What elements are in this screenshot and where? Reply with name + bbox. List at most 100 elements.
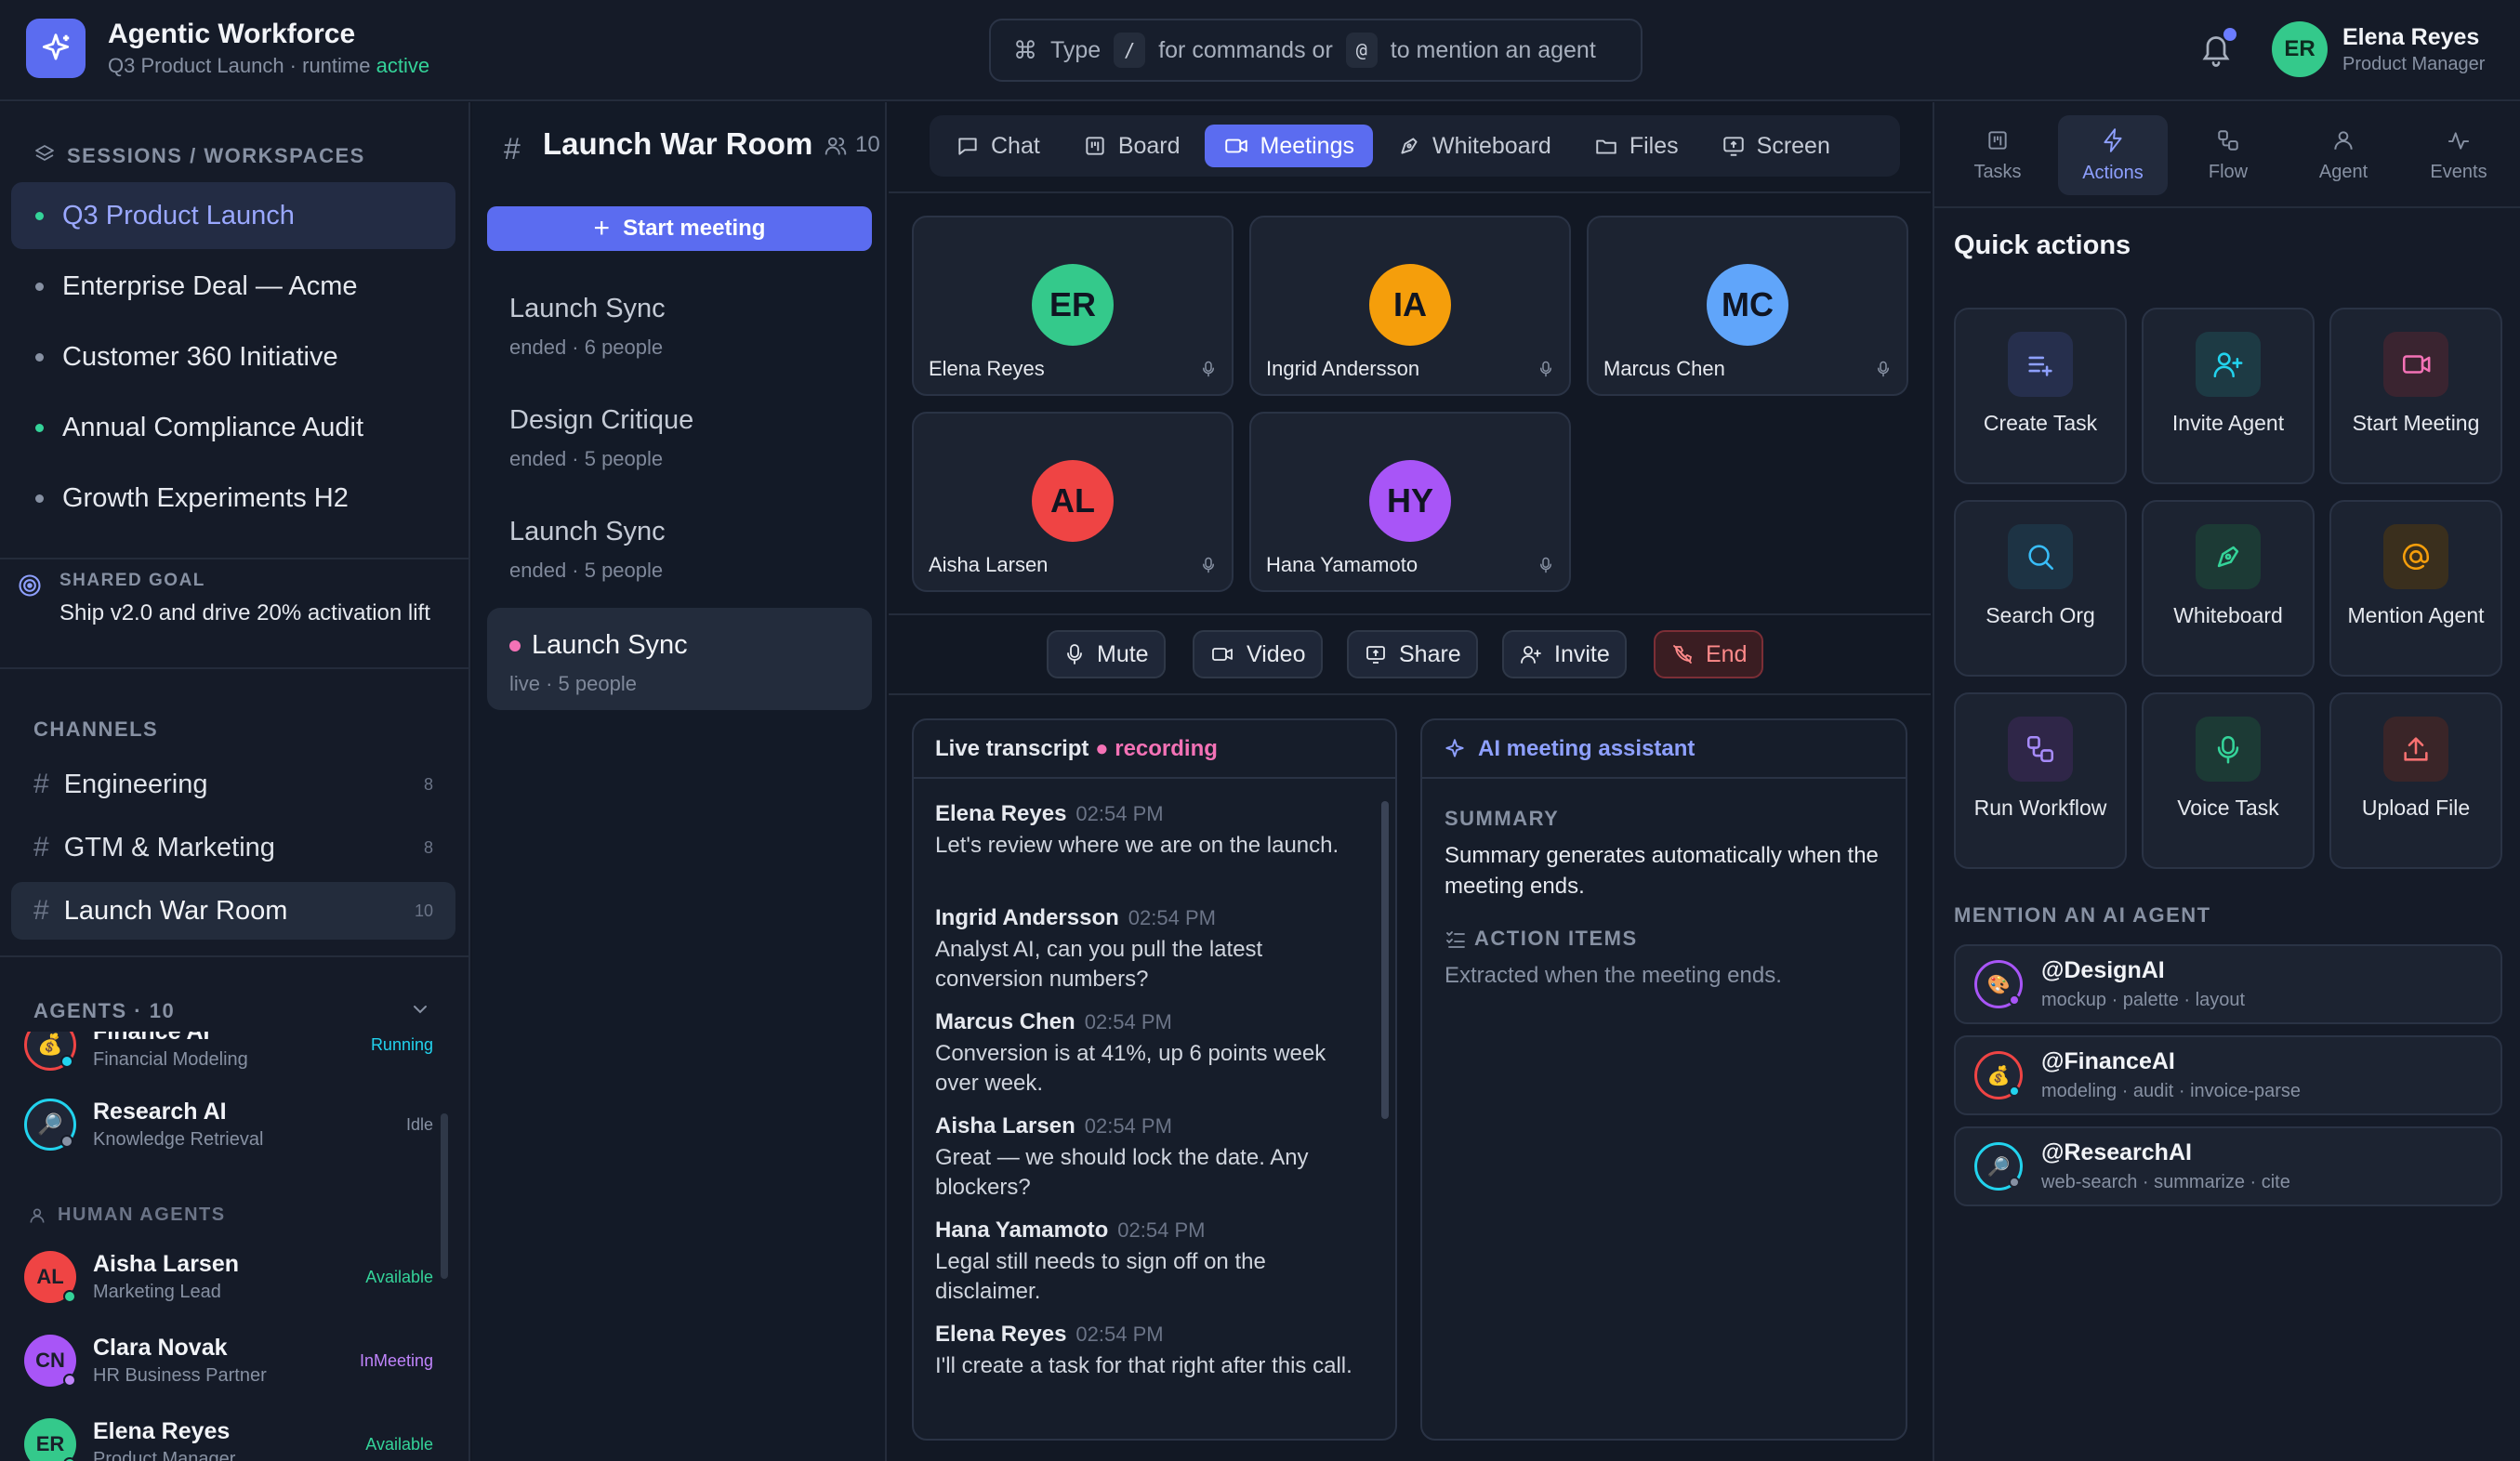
header-divider: [889, 191, 1931, 193]
end-call-button[interactable]: End: [1654, 630, 1764, 678]
tab-chat[interactable]: Chat: [937, 125, 1059, 167]
command-icon: ⌘: [1013, 35, 1037, 64]
tab-actions[interactable]: Actions: [2058, 115, 2168, 195]
meeting-item[interactable]: Launch Sync live · 5 people: [487, 608, 872, 710]
channel-count: 8: [423, 837, 433, 857]
transcript-scroll[interactable]: Elena Reyes 02:54 PM Let's review where we…: [914, 781, 1395, 1437]
meeting-item[interactable]: Launch Sync ended · 6 people: [487, 271, 872, 374]
transcript-header: Aisha Larsen 02:54 PM: [935, 1113, 1363, 1139]
mention-skills: web-search · summarize · cite: [2041, 1172, 2290, 1192]
upload-file-action[interactable]: Upload File: [2329, 692, 2502, 869]
agents-scrollbar[interactable]: [441, 1113, 448, 1279]
channel-item[interactable]: # Engineering 8: [11, 756, 455, 813]
mention-agent-action[interactable]: Mention Agent: [2329, 500, 2502, 677]
workspace-item[interactable]: Q3 Product Launch: [11, 182, 455, 249]
share-button[interactable]: Share: [1347, 630, 1478, 678]
human-agents-label: HUMAN AGENTS: [28, 1204, 226, 1226]
hash-icon: #: [33, 832, 49, 862]
invite-agent-action[interactable]: Invite Agent: [2142, 308, 2315, 484]
tab-agent[interactable]: Agent: [2289, 115, 2398, 195]
run-workflow-action[interactable]: Run Workflow: [1954, 692, 2127, 869]
chevron-down-icon[interactable]: [409, 998, 431, 1020]
sparkles-icon[interactable]: [26, 19, 86, 78]
human-agent-row[interactable]: ER Elena Reyes Product Manager Available: [24, 1407, 433, 1461]
agent-role: Product Manager: [93, 1449, 236, 1461]
create-task-action[interactable]: Create Task: [1954, 308, 2127, 484]
video-button[interactable]: Video: [1193, 630, 1323, 678]
tab-files[interactable]: Files: [1576, 125, 1697, 167]
participant-tile[interactable]: HY Hana Yamamoto: [1249, 412, 1571, 592]
runtime-status: active: [376, 54, 430, 77]
command-middle-text: for commands or: [1158, 36, 1333, 63]
transcript-text: Analyst AI, can you pull the latest conv…: [935, 937, 1263, 992]
transcript-entry: Hana Yamamoto 02:54 PM Legal still needs t…: [935, 1218, 1363, 1307]
workspace-item[interactable]: Customer 360 Initiative: [11, 323, 455, 390]
avatar: IA: [1369, 264, 1451, 346]
mention-agent-item[interactable]: 🎨 @DesignAI mockup · palette · layout: [1954, 944, 2502, 1024]
hash-icon: #: [33, 895, 49, 926]
search-org-action[interactable]: Search Org: [1954, 500, 2127, 677]
channel-item[interactable]: # GTM & Marketing 8: [11, 819, 455, 876]
mention-agent-item[interactable]: 🔎 @ResearchAI web-search · summarize · cit…: [1954, 1126, 2502, 1206]
transcript-header: Hana Yamamoto 02:54 PM: [935, 1218, 1363, 1244]
tiles-divider: [889, 613, 1931, 615]
workspace-label: Annual Compliance Audit: [62, 412, 364, 442]
transcript-scrollbar[interactable]: [1381, 801, 1389, 1119]
tab-meetings[interactable]: Meetings: [1204, 125, 1373, 167]
invite-button[interactable]: Invite: [1502, 630, 1627, 678]
transcript-entry: Ingrid Andersson 02:54 PM Analyst AI, can …: [935, 905, 1363, 994]
meeting-item[interactable]: Launch Sync ended · 5 people: [487, 494, 872, 597]
workspace-item[interactable]: Growth Experiments H2: [11, 465, 455, 532]
meeting-meta: ended · 6 people: [509, 336, 664, 359]
agent-avatar: 💰: [24, 1032, 76, 1071]
agent-row[interactable]: 🔎 Research AI Knowledge Retrieval Idle: [24, 1087, 433, 1162]
app-title: Agentic Workforce: [108, 19, 356, 49]
participant-name: Elena Reyes: [929, 357, 1045, 380]
participant-name: Hana Yamamoto: [1266, 553, 1418, 576]
agent-info: Clara Novak HR Business Partner: [93, 1335, 267, 1387]
participant-tile[interactable]: IA Ingrid Andersson: [1249, 216, 1571, 396]
tab-screen[interactable]: Screen: [1703, 125, 1849, 167]
participant-tile[interactable]: AL Aisha Larsen: [912, 412, 1234, 592]
tab-whiteboard[interactable]: Whiteboard: [1379, 125, 1570, 167]
action-label: Create Task: [1983, 411, 2098, 435]
channel-item[interactable]: # Launch War Room 10: [11, 882, 455, 940]
agents-scroll[interactable]: 💰 Finance AI Financial Modeling Running 🔎 Res…: [0, 1032, 457, 1461]
mic-icon: [1200, 555, 1217, 575]
workspace-item[interactable]: Annual Compliance Audit: [11, 394, 455, 461]
meeting-item[interactable]: Design Critique ended · 5 people: [487, 383, 872, 485]
start-meeting-action[interactable]: Start Meeting: [2329, 308, 2502, 484]
whiteboard-action[interactable]: Whiteboard: [2142, 500, 2315, 677]
divider: [0, 955, 470, 957]
agents-label: AGENTS · 10: [33, 999, 176, 1022]
mic-icon: [1200, 359, 1217, 379]
participant-tile[interactable]: MC Marcus Chen: [1587, 216, 1908, 396]
status-dot: [35, 352, 44, 362]
mention-agent-item[interactable]: 💰 @FinanceAI modeling · audit · invoice-pa…: [1954, 1035, 2502, 1115]
avatar: ER: [24, 1418, 76, 1461]
transcript-text: Great — we should lock the date. Any blo…: [935, 1145, 1309, 1200]
tab-tasks[interactable]: Tasks: [1943, 115, 2052, 195]
tab-flow[interactable]: Flow: [2173, 115, 2283, 195]
human-agent-row[interactable]: CN Clara Novak HR Business Partner InMeetin…: [24, 1323, 433, 1398]
agent-row[interactable]: 💰 Finance AI Financial Modeling Running: [24, 1032, 433, 1082]
tab-events[interactable]: Events: [2404, 115, 2513, 195]
voice-task-action[interactable]: Voice Task: [2142, 692, 2315, 869]
human-agent-row[interactable]: AL Aisha Larsen Marketing Lead Available: [24, 1240, 433, 1314]
workspace-item[interactable]: Enterprise Deal — Acme: [11, 253, 455, 320]
workspace-label: Customer 360 Initiative: [62, 341, 338, 372]
workspace-label: Enterprise Deal — Acme: [62, 270, 358, 301]
command-bar[interactable]: ⌘ Type / for commands or @ to mention an…: [989, 19, 1643, 82]
agent-role: Marketing Lead: [93, 1282, 221, 1302]
summary-text: Summary generates automatically when the…: [1445, 843, 1879, 899]
tab-board[interactable]: Board: [1064, 125, 1199, 167]
at-key: @: [1345, 33, 1378, 68]
mute-button[interactable]: Mute: [1047, 630, 1166, 678]
timestamp: 02:54 PM: [1084, 1010, 1172, 1033]
layers-icon: [33, 143, 56, 165]
start-meeting-button[interactable]: + Start meeting: [487, 206, 872, 251]
user-role: Product Manager: [2342, 54, 2486, 74]
participant-tile[interactable]: ER Elena Reyes: [912, 216, 1234, 396]
user-avatar[interactable]: ER: [2272, 21, 2328, 77]
status-dot: [35, 211, 44, 220]
